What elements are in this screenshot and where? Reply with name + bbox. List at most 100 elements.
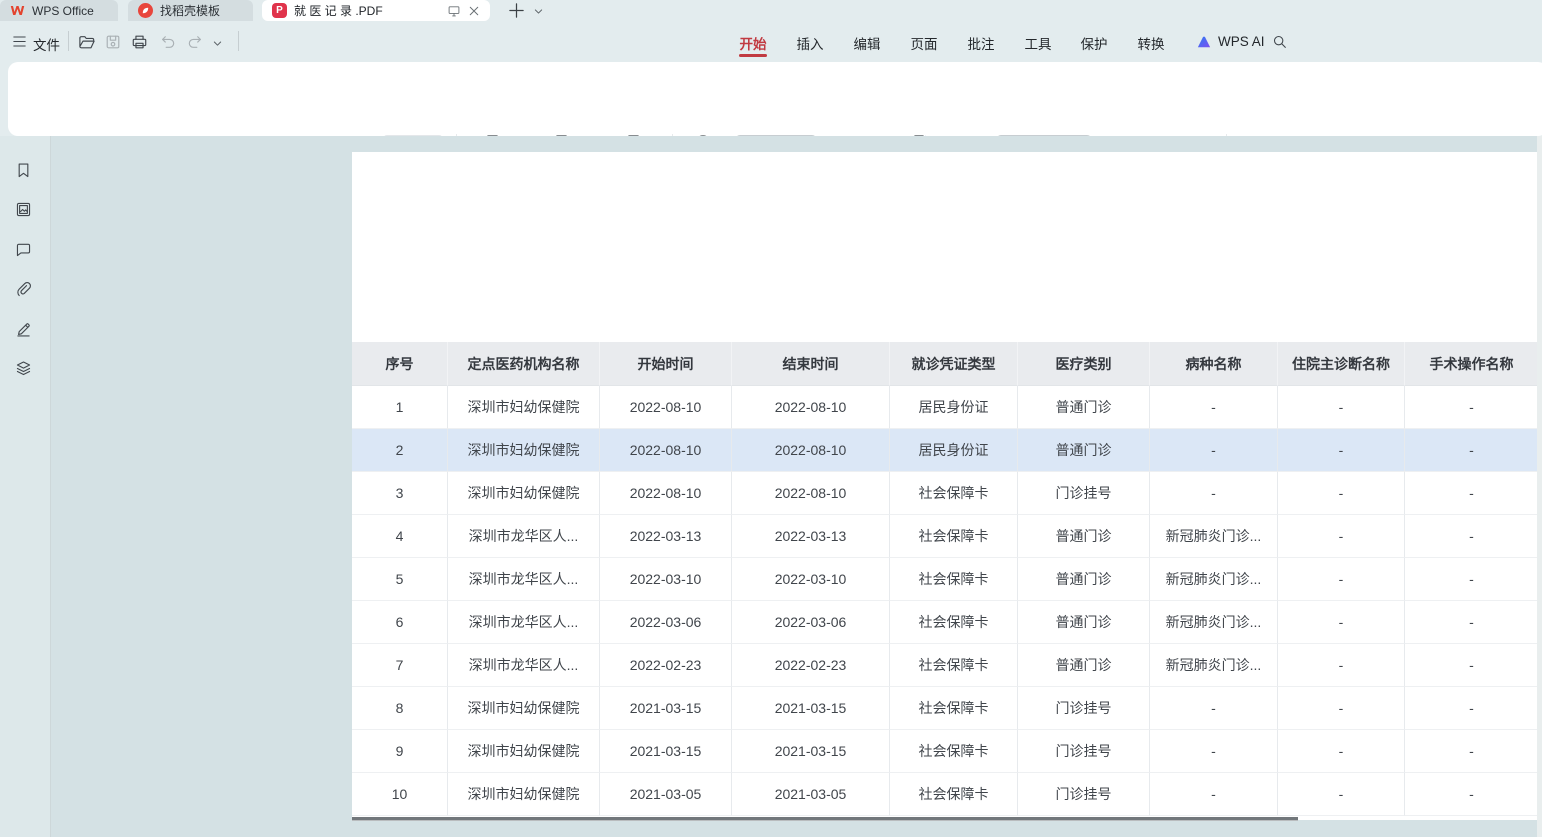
pen-icon	[14, 320, 33, 339]
window-tab-bar: WPS Office 找稻壳模板 P 就 医 记 录 .PDF	[0, 0, 1542, 21]
table-cell: 3	[352, 472, 448, 515]
menu-item-protect[interactable]: 保护	[1067, 33, 1121, 53]
table-cell: 社会保障卡	[890, 515, 1018, 558]
menu-item-home[interactable]: 开始	[726, 33, 780, 53]
table-cell: 新冠肺炎门诊...	[1150, 644, 1278, 687]
table-cell: 居民身份证	[890, 429, 1018, 472]
table-cell: -	[1150, 687, 1278, 730]
table-cell: -	[1405, 386, 1538, 429]
table-cell: -	[1150, 730, 1278, 773]
table-cell: 2022-08-10	[600, 386, 732, 429]
table-cell: -	[1278, 730, 1405, 773]
table-row: 5深圳市龙华区人...2022-03-102022-03-10社会保障卡普通门诊…	[352, 558, 1538, 601]
table-cell: -	[1405, 730, 1538, 773]
table-cell: 4	[352, 515, 448, 558]
table-cell: -	[1150, 472, 1278, 515]
table-cell: -	[1278, 773, 1405, 816]
history-chevron-icon[interactable]	[212, 39, 223, 49]
hamburger-icon[interactable]	[12, 35, 27, 48]
menu-item-comment[interactable]: 批注	[954, 33, 1008, 53]
table-cell: 5	[352, 558, 448, 601]
divider	[238, 31, 239, 51]
tab-list-chevron-icon[interactable]	[533, 6, 544, 17]
column-header: 结束时间	[732, 342, 890, 386]
attachments-panel-button[interactable]	[11, 277, 35, 301]
table-cell: 2022-03-13	[732, 515, 890, 558]
tab-wps-office[interactable]: WPS Office	[0, 0, 118, 21]
table-cell: 社会保障卡	[890, 472, 1018, 515]
table-cell: -	[1405, 773, 1538, 816]
vertical-scrollbar[interactable]	[1537, 136, 1542, 837]
table-cell: 2022-03-10	[600, 558, 732, 601]
table-cell: 社会保障卡	[890, 730, 1018, 773]
wps-ai-icon[interactable]	[1196, 35, 1212, 49]
table-cell: 社会保障卡	[890, 601, 1018, 644]
table-row: 3深圳市妇幼保健院2022-08-102022-08-10社会保障卡门诊挂号--…	[352, 472, 1538, 515]
table-cell: 2022-03-10	[732, 558, 890, 601]
tab-document-pdf[interactable]: P 就 医 记 录 .PDF	[262, 0, 490, 21]
table-cell: -	[1278, 429, 1405, 472]
table-cell: 2022-03-06	[600, 601, 732, 644]
table-cell: 2022-03-06	[732, 601, 890, 644]
wps-office-window: WPS Office 找稻壳模板 P 就 医 记 录 .PDF	[0, 0, 1542, 837]
table-row: 6深圳市龙华区人...2022-03-062022-03-06社会保障卡普通门诊…	[352, 601, 1538, 644]
table-cell: -	[1150, 429, 1278, 472]
comment-icon	[14, 240, 33, 259]
thumbnails-panel-button[interactable]	[11, 197, 35, 221]
column-header: 手术操作名称	[1405, 342, 1538, 386]
table-cell: 普通门诊	[1018, 558, 1150, 601]
layers-panel-button[interactable]	[11, 356, 35, 380]
undo-icon[interactable]	[159, 35, 176, 50]
table-cell: -	[1405, 601, 1538, 644]
close-tab-icon[interactable]	[468, 5, 480, 17]
column-header: 序号	[352, 342, 448, 386]
active-menu-underline	[739, 54, 767, 57]
table-cell: 居民身份证	[890, 386, 1018, 429]
menu-item-page[interactable]: 页面	[897, 33, 951, 53]
menu-item-edit[interactable]: 编辑	[840, 33, 894, 53]
document-viewport[interactable]: 序号定点医药机构名称开始时间结束时间就诊凭证类型医疗类别病种名称住院主诊断名称手…	[51, 136, 1542, 837]
menu-item-convert[interactable]: 转换	[1124, 33, 1178, 53]
comments-panel-button[interactable]	[11, 237, 35, 261]
table-cell: 深圳市妇幼保健院	[448, 773, 600, 816]
monitor-icon[interactable]	[447, 4, 461, 18]
table-cell: 2021-03-15	[732, 687, 890, 730]
signature-panel-button[interactable]	[11, 317, 35, 341]
table-cell: -	[1278, 472, 1405, 515]
open-file-icon[interactable]	[78, 34, 96, 50]
table-cell: 普通门诊	[1018, 386, 1150, 429]
redo-icon[interactable]	[187, 35, 204, 50]
column-header: 医疗类别	[1018, 342, 1150, 386]
table-row: 4深圳市龙华区人...2022-03-132022-03-13社会保障卡普通门诊…	[352, 515, 1538, 558]
wps-logo-icon	[10, 4, 25, 17]
table-cell: -	[1150, 386, 1278, 429]
table-cell: 2022-08-10	[600, 429, 732, 472]
new-tab-icon[interactable]	[508, 2, 525, 19]
save-icon[interactable]	[105, 34, 121, 50]
table-row: 2深圳市妇幼保健院2022-08-102022-08-10居民身份证普通门诊--…	[352, 429, 1538, 472]
table-cell: -	[1405, 515, 1538, 558]
table-cell: 2022-08-10	[732, 429, 890, 472]
left-panel-sidebar	[0, 136, 51, 837]
search-icon[interactable]	[1272, 34, 1287, 49]
print-icon[interactable]	[131, 34, 148, 50]
tab-docer-templates[interactable]: 找稻壳模板	[128, 0, 253, 21]
paperclip-icon	[14, 280, 33, 299]
bookmarks-panel-button[interactable]	[11, 158, 35, 182]
table-cell: 社会保障卡	[890, 558, 1018, 601]
table-cell: 2	[352, 429, 448, 472]
table-row: 10深圳市妇幼保健院2021-03-052021-03-05社会保障卡门诊挂号-…	[352, 773, 1538, 816]
table-cell: -	[1278, 386, 1405, 429]
table-cell: 深圳市妇幼保健院	[448, 472, 600, 515]
table-cell: 深圳市龙华区人...	[448, 558, 600, 601]
table-cell: 普通门诊	[1018, 644, 1150, 687]
wps-ai-label[interactable]: WPS AI	[1218, 34, 1265, 49]
table-cell: 深圳市龙华区人...	[448, 644, 600, 687]
file-menu-button[interactable]: 文件	[33, 34, 60, 54]
menu-item-tools[interactable]: 工具	[1011, 33, 1065, 53]
column-header: 病种名称	[1150, 342, 1278, 386]
column-header: 住院主诊断名称	[1278, 342, 1405, 386]
menu-item-insert[interactable]: 插入	[783, 33, 837, 53]
menu-bar: 文件 开始 插入 编辑 页面 批注 工具 保护 转换	[0, 21, 1542, 61]
table-cell: 深圳市妇幼保健院	[448, 386, 600, 429]
